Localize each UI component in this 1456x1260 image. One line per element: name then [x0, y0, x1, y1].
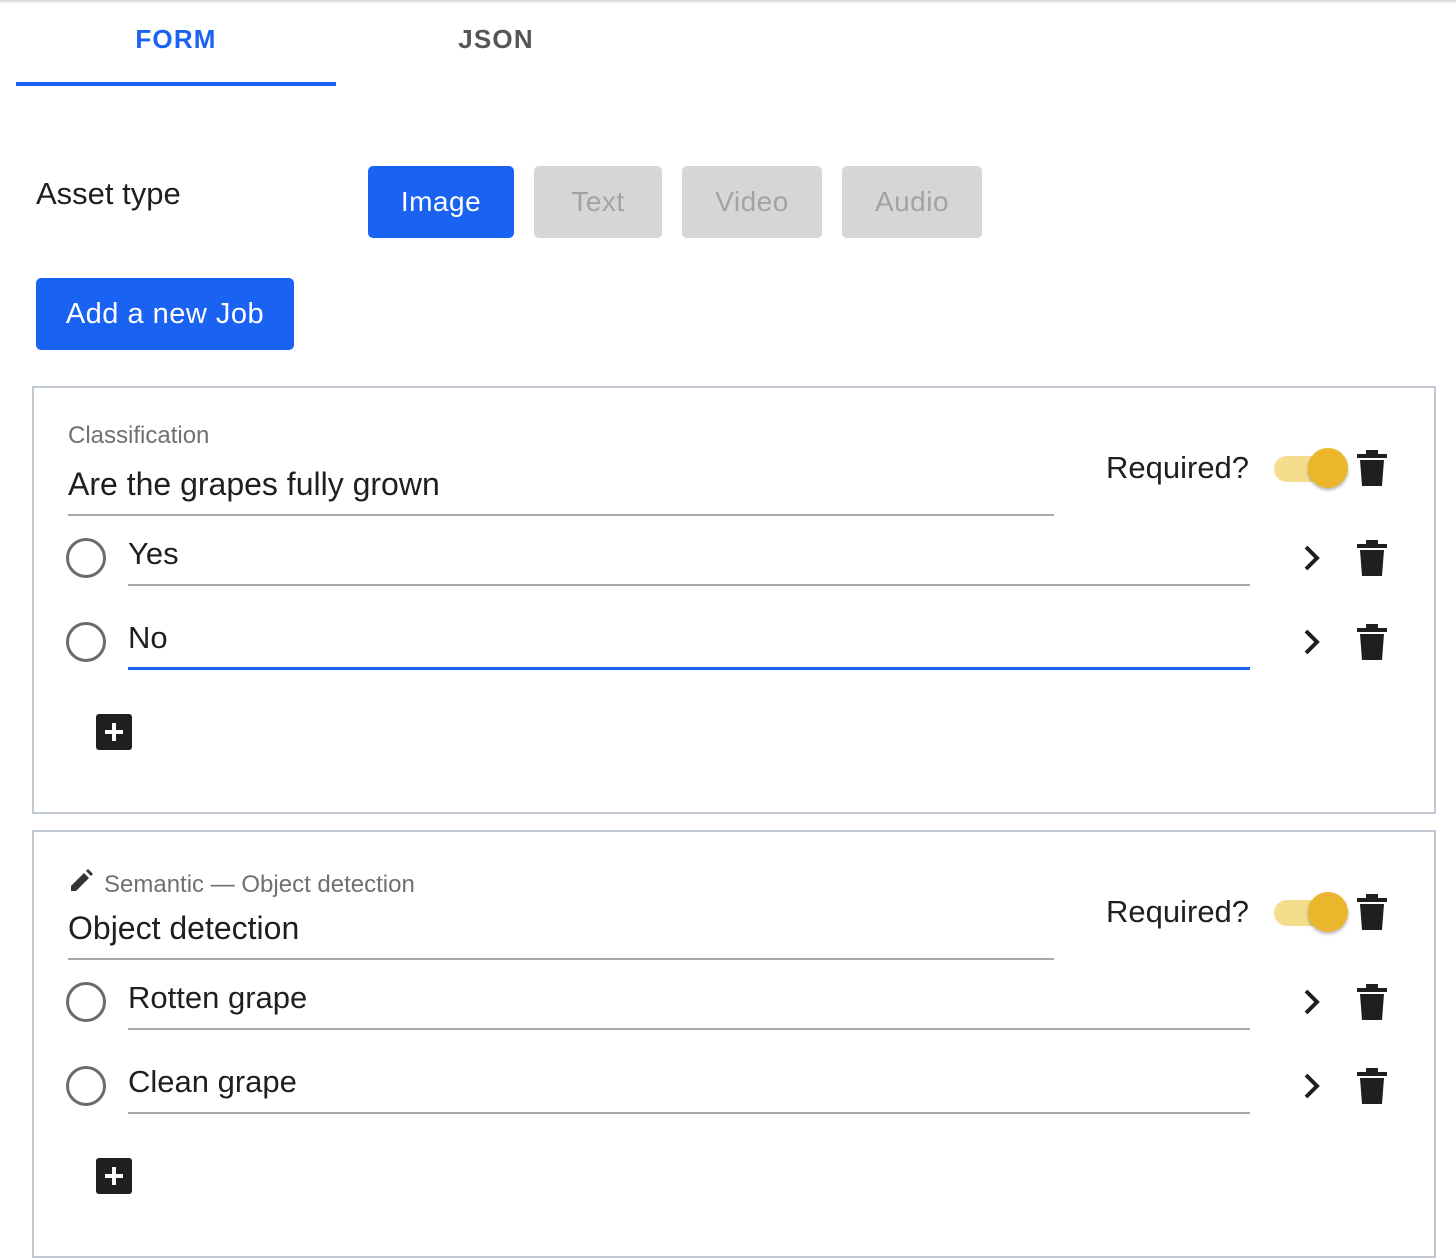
- tab-form[interactable]: FORM: [16, 0, 336, 86]
- required-label: Required?: [1106, 450, 1250, 485]
- option-input[interactable]: Yes: [128, 534, 1250, 586]
- chevron-right-icon: [1304, 989, 1320, 1015]
- job-title-input[interactable]: Are the grapes fully grown: [68, 466, 1054, 516]
- trash-icon: [1357, 894, 1387, 930]
- asset-type-audio-button[interactable]: Audio: [842, 166, 982, 238]
- required-label: Required?: [1106, 894, 1250, 929]
- asset-type-video-button[interactable]: Video: [682, 166, 822, 238]
- trash-icon: [1357, 450, 1387, 486]
- trash-icon: [1357, 984, 1387, 1020]
- trash-icon: [1357, 540, 1387, 576]
- delete-option-button[interactable]: [1354, 1066, 1390, 1106]
- required-toggle[interactable]: [1272, 448, 1350, 488]
- add-option-button[interactable]: [96, 1158, 132, 1194]
- option-radio[interactable]: [66, 622, 106, 662]
- option-radio[interactable]: [66, 538, 106, 578]
- required-toggle[interactable]: [1272, 892, 1350, 932]
- option-input[interactable]: Clean grape: [128, 1062, 1250, 1114]
- add-new-job-button[interactable]: Add a new Job: [36, 278, 294, 350]
- job-kind-label: Semantic — Object detection: [68, 868, 415, 901]
- option-radio[interactable]: [66, 982, 106, 1022]
- trash-icon: [1357, 1068, 1387, 1104]
- tab-bar: FORM JSON: [16, 0, 656, 86]
- asset-type-text-button[interactable]: Text: [534, 166, 662, 238]
- asset-type-label: Asset type: [36, 176, 181, 211]
- expand-option-button[interactable]: [1294, 538, 1330, 578]
- delete-option-button[interactable]: [1354, 622, 1390, 662]
- toggle-thumb: [1308, 892, 1348, 932]
- delete-job-button[interactable]: [1354, 448, 1390, 488]
- chevron-right-icon: [1304, 629, 1320, 655]
- add-option-button[interactable]: [96, 714, 132, 750]
- job-kind-text: Classification: [68, 422, 210, 449]
- job-card-classification: Classification Are the grapes fully grow…: [32, 386, 1436, 814]
- job-title-input[interactable]: Object detection: [68, 910, 1054, 960]
- option-radio[interactable]: [66, 1066, 106, 1106]
- asset-type-image-button[interactable]: Image: [368, 166, 514, 238]
- job-kind-label: Classification: [68, 422, 209, 450]
- delete-option-button[interactable]: [1354, 538, 1390, 578]
- job-card-object-detection: Semantic — Object detection Object detec…: [32, 830, 1436, 1258]
- expand-option-button[interactable]: [1294, 982, 1330, 1022]
- tab-json[interactable]: JSON: [336, 0, 656, 86]
- plus-icon: [105, 723, 123, 741]
- expand-option-button[interactable]: [1294, 1066, 1330, 1106]
- chevron-right-icon: [1304, 1073, 1320, 1099]
- job-kind-text: Semantic — Object detection: [104, 870, 415, 898]
- delete-job-button[interactable]: [1354, 892, 1390, 932]
- toggle-thumb: [1308, 448, 1348, 488]
- chevron-right-icon: [1304, 545, 1320, 571]
- delete-option-button[interactable]: [1354, 982, 1390, 1022]
- option-input[interactable]: Rotten grape: [128, 978, 1250, 1030]
- option-input[interactable]: No: [128, 618, 1250, 670]
- pencil-icon[interactable]: [68, 868, 94, 901]
- trash-icon: [1357, 624, 1387, 660]
- expand-option-button[interactable]: [1294, 622, 1330, 662]
- plus-icon: [105, 1167, 123, 1185]
